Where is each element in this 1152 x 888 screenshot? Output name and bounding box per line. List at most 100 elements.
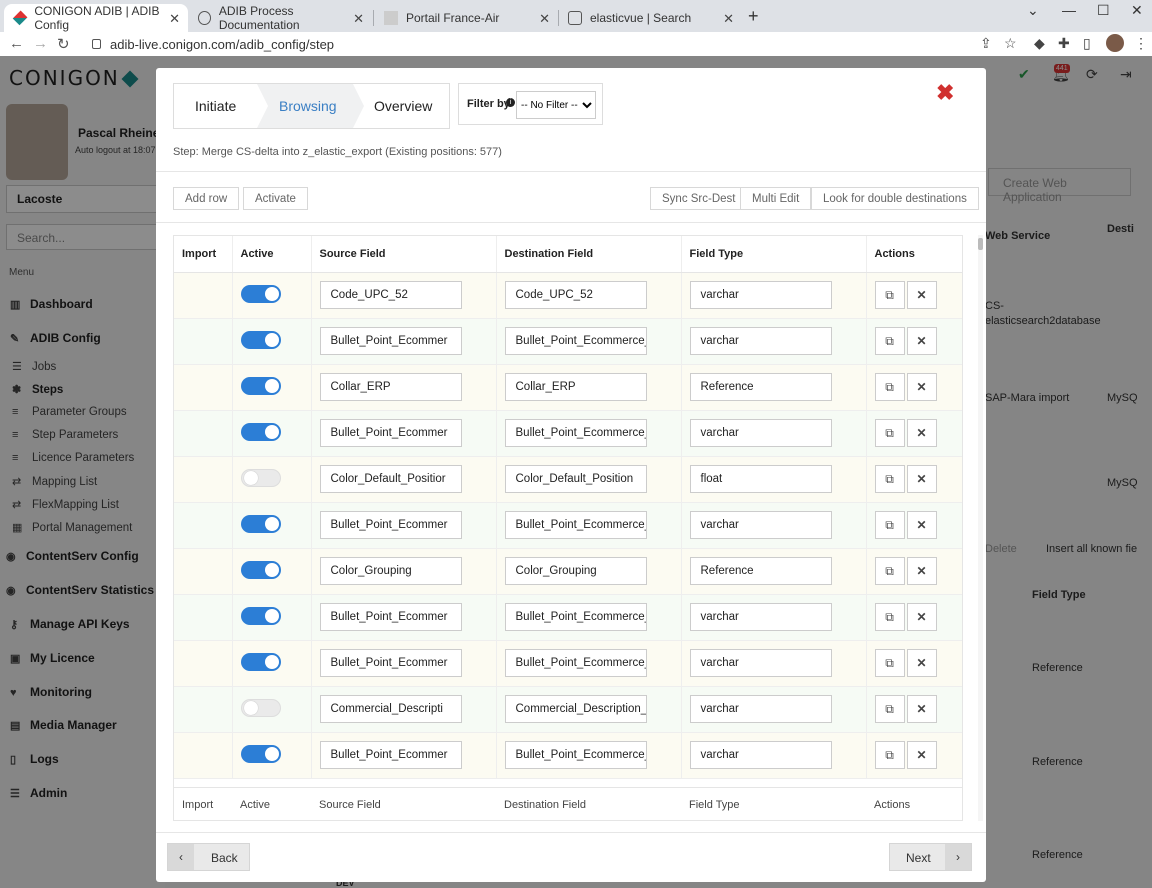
column-header-destination-field[interactable]: Destination Field [496, 236, 682, 273]
close-window-icon[interactable]: ✕ [1131, 2, 1143, 19]
destination-field-input[interactable]: Bullet_Point_Ecommerce_ [504, 603, 647, 631]
copy-icon[interactable]: ⧉ [874, 557, 905, 585]
table-scrollbar-thumb[interactable] [978, 238, 983, 250]
wizard-step-browsing[interactable]: Browsing [257, 84, 364, 128]
active-toggle[interactable] [240, 468, 281, 487]
browser-tab-conigon[interactable]: CONIGON ADIB | ADIB Config ✕ [4, 4, 188, 32]
delete-row-icon[interactable]: ✕ [906, 465, 937, 493]
active-toggle[interactable] [240, 330, 281, 349]
destination-field-input[interactable]: Bullet_Point_Ecommerce_ [504, 327, 647, 355]
back-arrow-icon[interactable]: ← [9, 35, 24, 52]
column-header-import[interactable]: Import [174, 236, 233, 273]
copy-icon[interactable]: ⧉ [874, 741, 905, 769]
close-tab-icon[interactable]: ✕ [353, 11, 364, 27]
info-icon[interactable]: i [506, 98, 515, 107]
browser-tab-france-air[interactable]: Portail France-Air ✕ [374, 4, 558, 32]
new-tab-icon[interactable]: + [748, 6, 759, 27]
copy-icon[interactable]: ⧉ [874, 465, 905, 493]
copy-icon[interactable]: ⧉ [874, 373, 905, 401]
field-type-input[interactable]: Reference [689, 373, 832, 401]
wizard-step-initiate[interactable]: Initiate [174, 84, 268, 128]
destination-field-input[interactable]: Color_Grouping [504, 557, 647, 585]
field-type-input[interactable]: varchar [689, 695, 832, 723]
reload-icon[interactable]: ↻ [57, 35, 70, 53]
field-type-input[interactable]: varchar [689, 511, 832, 539]
destination-field-input[interactable]: Collar_ERP [504, 373, 647, 401]
source-field-input[interactable]: Bullet_Point_Ecommer [319, 327, 462, 355]
delete-row-icon[interactable]: ✕ [906, 327, 937, 355]
column-header-active[interactable]: Active [232, 236, 312, 273]
active-toggle[interactable] [240, 560, 281, 579]
copy-icon[interactable]: ⧉ [874, 281, 905, 309]
source-field-input[interactable]: Color_Grouping [319, 557, 462, 585]
destination-field-input[interactable]: Bullet_Point_Ecommerce_ [504, 741, 647, 769]
field-type-input[interactable]: varchar [689, 327, 832, 355]
field-type-input[interactable]: Reference [689, 557, 832, 585]
active-toggle[interactable] [240, 284, 281, 303]
profile-avatar[interactable] [1106, 34, 1124, 52]
active-toggle[interactable] [240, 652, 281, 671]
source-field-input[interactable]: Commercial_Descripti [319, 695, 462, 723]
star-icon[interactable]: ☆ [1004, 35, 1017, 52]
delete-row-icon[interactable]: ✕ [906, 419, 937, 447]
destination-field-input[interactable]: Commercial_Description_ [504, 695, 647, 723]
look-for-double-destinations-button[interactable]: Look for double destinations [811, 187, 979, 210]
delete-row-icon[interactable]: ✕ [906, 373, 937, 401]
source-field-input[interactable]: Bullet_Point_Ecommer [319, 603, 462, 631]
field-type-input[interactable]: varchar [689, 741, 832, 769]
forward-arrow-icon[interactable]: → [33, 35, 48, 52]
browser-tab-elasticvue[interactable]: elasticvue | Search ✕ [558, 4, 742, 32]
url-field[interactable]: adib-live.conigon.com/adib_config/step [80, 33, 1020, 55]
wizard-step-overview[interactable]: Overview [353, 84, 449, 128]
source-field-input[interactable]: Bullet_Point_Ecommer [319, 741, 462, 769]
close-tab-icon[interactable]: ✕ [723, 11, 734, 27]
active-toggle[interactable] [240, 698, 281, 717]
destination-field-input[interactable]: Bullet_Point_Ecommerce_ [504, 649, 647, 677]
column-header-source-field[interactable]: Source Field [311, 236, 497, 273]
active-toggle[interactable] [240, 514, 281, 533]
copy-icon[interactable]: ⧉ [874, 419, 905, 447]
browser-tab-adib-doc[interactable]: ADIB Process Documentation ✕ [188, 4, 372, 32]
destination-field-input[interactable]: Bullet_Point_Ecommerce_ [504, 419, 647, 447]
active-toggle[interactable] [240, 422, 281, 441]
delete-row-icon[interactable]: ✕ [906, 741, 937, 769]
copy-icon[interactable]: ⧉ [874, 511, 905, 539]
destination-field-input[interactable]: Bullet_Point_Ecommerce_ [504, 511, 647, 539]
copy-icon[interactable]: ⧉ [874, 695, 905, 723]
source-field-input[interactable]: Bullet_Point_Ecommer [319, 419, 462, 447]
source-field-input[interactable]: Collar_ERP [319, 373, 462, 401]
active-toggle[interactable] [240, 744, 281, 763]
kebab-menu-icon[interactable]: ⋮ [1134, 35, 1148, 52]
add-row-button[interactable]: Add row [173, 187, 240, 210]
table-scrollbar[interactable] [978, 235, 983, 821]
copy-icon[interactable]: ⧉ [874, 327, 905, 355]
column-header-field-type[interactable]: Field Type [681, 236, 867, 273]
extension-icon[interactable]: ◆ [1034, 35, 1045, 52]
delete-row-icon[interactable]: ✕ [906, 557, 937, 585]
delete-row-icon[interactable]: ✕ [906, 649, 937, 677]
close-tab-icon[interactable]: ✕ [539, 11, 550, 27]
field-type-input[interactable]: varchar [689, 281, 832, 309]
share-icon[interactable]: ⇪ [980, 35, 992, 52]
maximize-icon[interactable]: ☐ [1097, 2, 1110, 19]
delete-row-icon[interactable]: ✕ [906, 603, 937, 631]
multi-edit-button[interactable]: Multi Edit [740, 187, 812, 210]
field-type-input[interactable]: varchar [689, 603, 832, 631]
close-modal-icon[interactable]: ✖ [936, 80, 954, 106]
active-toggle[interactable] [240, 606, 281, 625]
delete-row-icon[interactable]: ✕ [906, 695, 937, 723]
mapping-table-container[interactable]: Import Active Source Field Destination F… [173, 235, 963, 788]
sidepanel-icon[interactable]: ▯ [1083, 35, 1091, 52]
source-field-input[interactable]: Bullet_Point_Ecommer [319, 649, 462, 677]
source-field-input[interactable]: Bullet_Point_Ecommer [319, 511, 462, 539]
field-type-input[interactable]: varchar [689, 419, 832, 447]
back-button[interactable]: ‹ Back [167, 843, 250, 871]
active-toggle[interactable] [240, 376, 281, 395]
destination-field-input[interactable]: Code_UPC_52 [504, 281, 647, 309]
copy-icon[interactable]: ⧉ [874, 649, 905, 677]
destination-field-input[interactable]: Color_Default_Position [504, 465, 647, 493]
activate-button[interactable]: Activate [243, 187, 308, 210]
source-field-input[interactable]: Code_UPC_52 [319, 281, 462, 309]
puzzle-icon[interactable]: ✚ [1058, 35, 1070, 52]
source-field-input[interactable]: Color_Default_Positior [319, 465, 462, 493]
